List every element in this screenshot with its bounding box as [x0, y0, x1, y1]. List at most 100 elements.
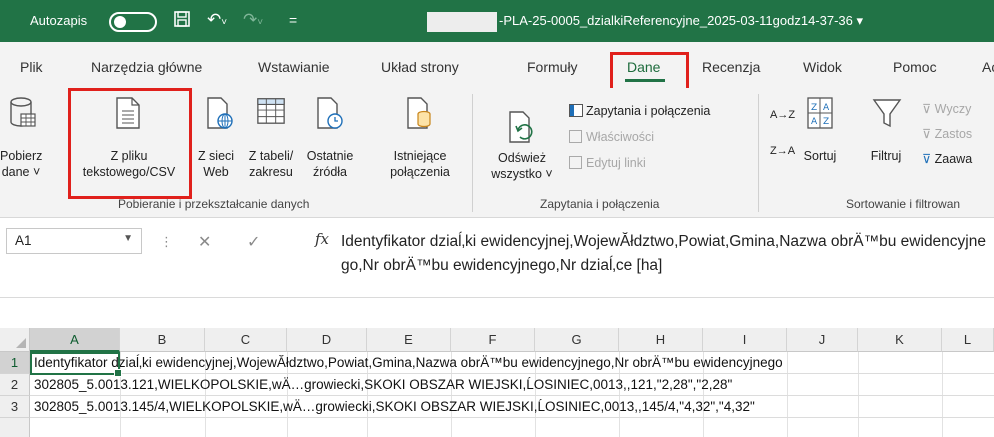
sort-descending-icon: Z→A — [770, 145, 796, 157]
column-header-j[interactable]: J — [787, 328, 858, 352]
active-cell-a1[interactable] — [30, 352, 122, 377]
recent-sources-icon — [317, 97, 343, 129]
column-header-i[interactable]: I — [703, 328, 787, 352]
spreadsheet-grid: A B C D E F G H I J K L 1 2 3 Identyfika… — [0, 328, 994, 437]
group-get-transform-label: Pobieranie i przekształcanie danych — [118, 197, 310, 211]
cancel-icon[interactable]: ✕ — [198, 232, 211, 252]
tab-insert[interactable]: Wstawianie — [258, 59, 330, 75]
tab-help[interactable]: Pomoc — [893, 59, 937, 75]
svg-text:A: A — [823, 103, 830, 113]
sort-descending-button[interactable]: Z→A — [770, 146, 795, 157]
name-box-value: A1 — [15, 233, 32, 248]
formula-bar: A1 ▼ ⋮ ✕ ✓ fx Identyfikator dziaĺ‚ki ewi… — [0, 222, 994, 298]
queries-connections-button[interactable]: Zapytania i połączenia — [569, 103, 710, 119]
ribbon-tabs: Plik Narzędzia główne Wstawianie Układ s… — [0, 42, 994, 88]
clear-filter-icon: ⊽ — [922, 102, 932, 116]
autosave-toggle[interactable] — [109, 12, 157, 32]
refresh-icon — [509, 111, 533, 143]
column-header-l[interactable]: L — [942, 328, 994, 352]
database-icon — [10, 97, 36, 127]
save-icon[interactable] — [173, 10, 191, 33]
filter-label: Filtruj — [870, 149, 902, 163]
from-table-label-2: zakresu — [249, 165, 293, 179]
name-box[interactable]: A1 ▼ — [6, 228, 142, 254]
from-web-label-2: Web — [203, 165, 229, 179]
properties-icon — [569, 130, 582, 143]
column-header-g[interactable]: G — [535, 328, 619, 352]
sort-ascending-button[interactable]: A→Z — [770, 110, 795, 121]
get-data-label-2: dane ˅ — [1, 165, 41, 179]
properties-button[interactable]: Właściwości — [569, 129, 654, 145]
ribbon-separator — [472, 94, 473, 212]
tab-page-layout[interactable]: Układ strony — [381, 59, 459, 75]
row-header-4[interactable] — [0, 418, 30, 437]
properties-label: Właściwości — [586, 130, 655, 144]
undo-icon[interactable]: ↶˅ — [207, 10, 227, 33]
tab-home[interactable]: Narzędzia główne — [91, 59, 202, 75]
tab-review[interactable]: Recenzja — [702, 59, 760, 75]
group-queries-label: Zapytania i połączenia — [540, 197, 660, 211]
refresh-all-label-1: Odśwież — [498, 151, 546, 165]
tab-formulas[interactable]: Formuły — [527, 59, 578, 75]
autosave-label: Autozapis — [30, 13, 88, 28]
column-header-d[interactable]: D — [287, 328, 367, 352]
sort-icon: Z A A Z — [807, 97, 833, 129]
filter-funnel-icon — [872, 99, 902, 128]
table-row[interactable]: 302805_5.0013.121,WIELKOPOLSKIE,wÄ…growi… — [30, 374, 994, 396]
queries-connections-label: Zapytania i połączenia — [586, 104, 711, 118]
table-icon — [257, 98, 285, 124]
reapply-button[interactable]: ⊽ Zastos — [922, 126, 972, 142]
table-row[interactable]: 302805_5.0013.145/4,WIELKOPOLSKIE,wÄ…gro… — [30, 396, 994, 418]
row-header-3[interactable]: 3 — [0, 396, 30, 418]
column-header-h[interactable]: H — [619, 328, 703, 352]
sort-label: Sortuj — [803, 149, 837, 163]
column-header-c[interactable]: C — [205, 328, 287, 352]
edit-links-label: Edytuj linki — [586, 156, 646, 170]
tab-truncated[interactable]: Ac — [982, 59, 994, 75]
reapply-label: Zastos — [934, 127, 973, 141]
row-header-2[interactable]: 2 — [0, 374, 30, 396]
column-header-e[interactable]: E — [367, 328, 451, 352]
svg-text:Z: Z — [823, 117, 829, 127]
column-header-b[interactable]: B — [120, 328, 205, 352]
enter-icon[interactable]: ✓ — [247, 232, 260, 252]
table-row[interactable]: Identyfikator dziaĺ‚ki ewidencyjnej,Woje… — [30, 352, 994, 374]
toggle-knob — [114, 16, 126, 28]
clear-filter-label: Wyczy — [934, 102, 972, 116]
column-header-f[interactable]: F — [451, 328, 535, 352]
recent-sources-label-1: Ostatnie — [306, 149, 354, 163]
refresh-all-label-2: wszystko ˅ — [491, 167, 553, 181]
svg-text:A: A — [811, 117, 818, 127]
advanced-filter-button[interactable]: ⊽ Zaawa — [922, 151, 972, 167]
group-sort-filter-label: Sortowanie i filtrowan — [846, 197, 961, 211]
quick-access-customize-icon[interactable]: = — [289, 10, 297, 30]
highlight-from-text-csv — [68, 88, 192, 199]
ribbon-separator — [758, 94, 759, 212]
row-header-1[interactable]: 1 — [0, 352, 30, 374]
edit-links-button[interactable]: Edytuj linki — [569, 155, 646, 171]
column-header-a[interactable]: A — [30, 328, 120, 352]
insert-function-icon[interactable]: fx — [315, 230, 329, 248]
advanced-filter-label: Zaawa — [934, 152, 973, 166]
advanced-filter-icon: ⊽ — [922, 152, 932, 166]
tab-file[interactable]: Plik — [20, 59, 43, 75]
window-title[interactable]: -PLA-25-0005_dzialkiReferencyjne_2025-03… — [499, 13, 863, 29]
tab-view[interactable]: Widok — [803, 59, 842, 75]
table-row[interactable] — [30, 418, 994, 437]
redacted-filename-part — [427, 12, 497, 32]
clear-filter-button[interactable]: ⊽ Wyczy — [922, 101, 971, 117]
from-table-label-1: Z tabeli/ — [248, 149, 294, 163]
edit-links-icon — [569, 156, 582, 169]
select-all-corner[interactable] — [0, 328, 30, 352]
get-data-label-1: Pobierz — [0, 149, 43, 163]
queries-connections-icon — [569, 104, 583, 117]
formula-bar-grip-icon: ⋮ — [160, 234, 173, 249]
sort-ascending-icon: A→Z — [770, 109, 796, 121]
name-box-dropdown-icon[interactable]: ▼ — [123, 233, 133, 244]
column-header-k[interactable]: K — [858, 328, 942, 352]
redo-icon[interactable]: ↷˅ — [243, 10, 263, 33]
formula-input[interactable]: Identyfikator dziaĺ‚ki ewidencyjnej,Woje… — [341, 230, 991, 278]
recent-sources-label-2: źródła — [312, 165, 348, 179]
existing-connections-icon — [407, 97, 431, 129]
ribbon: Pobierz dane ˅ Z pliku tekstowego/CSV Z … — [0, 88, 994, 218]
